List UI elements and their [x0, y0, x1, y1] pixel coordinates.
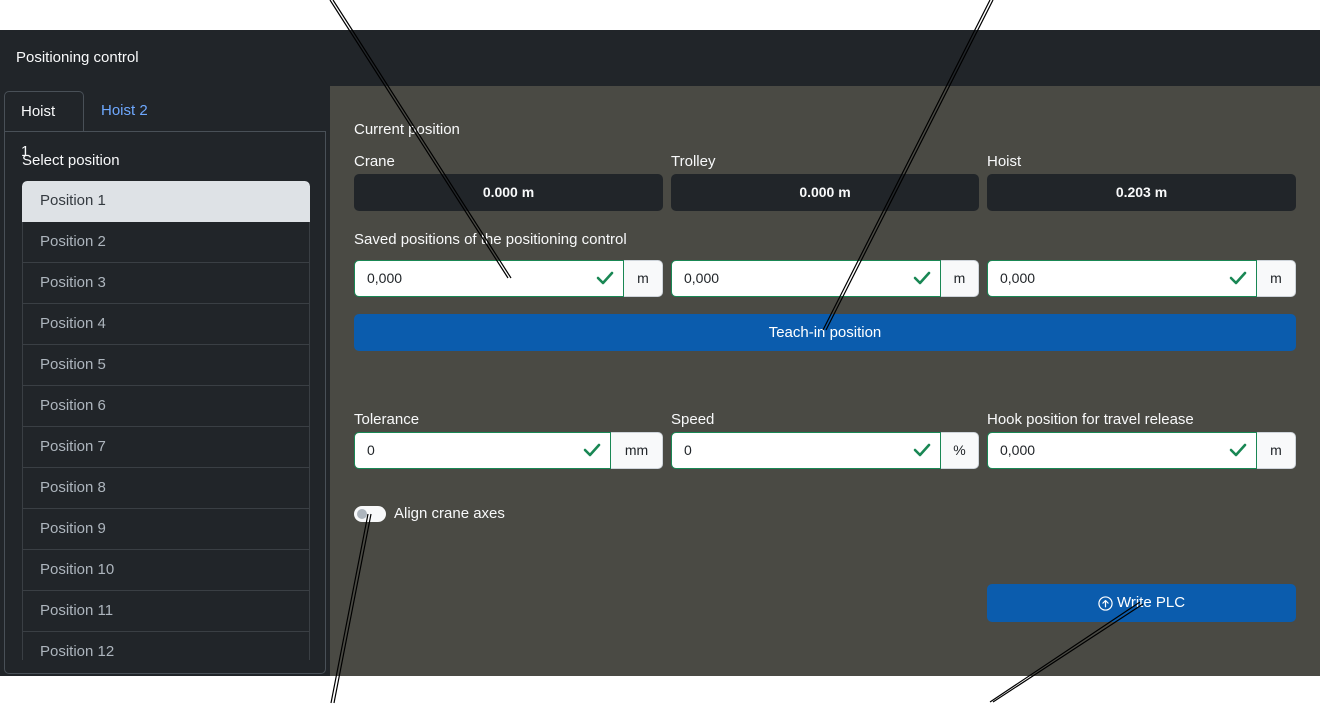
check-icon	[913, 443, 931, 457]
tab-hoist-2[interactable]: Hoist 2	[85, 91, 164, 131]
hoist-tabs: Hoist 1 Hoist 2	[4, 91, 326, 160]
check-icon	[596, 271, 614, 285]
trolley-label: Trolley	[671, 153, 716, 170]
list-item-position-11[interactable]: Position 11	[22, 591, 310, 632]
trolley-current-value: 0.000 m	[671, 174, 979, 211]
speed-label: Speed	[671, 411, 715, 428]
check-icon	[1229, 271, 1247, 285]
hook-position-unit: m	[1257, 432, 1296, 469]
select-position-heading: Select position	[22, 152, 120, 169]
tab-hoist-1[interactable]: Hoist 1	[4, 91, 84, 160]
check-icon	[583, 443, 601, 457]
hook-position-input[interactable]: 0,000	[987, 432, 1257, 469]
list-item-position-8[interactable]: Position 8	[22, 468, 310, 509]
tolerance-field: 0 mm	[354, 432, 663, 469]
saved-trolley-field: 0,000 m	[671, 260, 979, 297]
speed-field: 0 %	[671, 432, 979, 469]
list-item-position-5[interactable]: Position 5	[22, 345, 310, 386]
hoist-panel: Hoist 1 Hoist 2 Select position Position…	[4, 91, 326, 674]
hook-position-field: 0,000 m	[987, 432, 1296, 469]
positioning-control-window: Positioning control Hoist 1 Hoist 2 Sele…	[0, 30, 1320, 676]
teach-in-position-button[interactable]: Teach-in position	[354, 314, 1296, 351]
list-item-position-4[interactable]: Position 4	[22, 304, 310, 345]
tolerance-input[interactable]: 0	[354, 432, 611, 469]
saved-crane-input[interactable]: 0,000	[354, 260, 624, 297]
list-item-position-2[interactable]: Position 2	[22, 222, 310, 263]
current-position-heading: Current position	[354, 121, 460, 138]
list-item-position-7[interactable]: Position 7	[22, 427, 310, 468]
position-list[interactable]: Position 1 Position 2 Position 3 Positio…	[22, 181, 310, 660]
saved-crane-unit: m	[624, 260, 663, 297]
saved-hoist-unit: m	[1257, 260, 1296, 297]
saved-trolley-unit: m	[941, 260, 979, 297]
saved-crane-field: 0,000 m	[354, 260, 663, 297]
saved-hoist-field: 0,000 m	[987, 260, 1296, 297]
align-crane-axes-label: Align crane axes	[394, 505, 505, 522]
saved-trolley-input[interactable]: 0,000	[671, 260, 941, 297]
check-icon	[913, 271, 931, 285]
list-item-position-12[interactable]: Position 12	[22, 632, 310, 660]
crane-current-value: 0.000 m	[354, 174, 663, 211]
list-item-position-1[interactable]: Position 1	[22, 181, 310, 222]
write-plc-button[interactable]: Write PLC	[987, 584, 1296, 622]
window-title: Positioning control	[16, 49, 139, 66]
upload-circle-icon	[1098, 595, 1113, 611]
list-item-position-3[interactable]: Position 3	[22, 263, 310, 304]
crane-label: Crane	[354, 153, 395, 170]
speed-input[interactable]: 0	[671, 432, 941, 469]
align-crane-axes-toggle[interactable]	[354, 506, 386, 522]
toggle-knob	[357, 509, 367, 519]
hook-position-label: Hook position for travel release	[987, 411, 1194, 428]
speed-unit: %	[941, 432, 979, 469]
check-icon	[1229, 443, 1247, 457]
list-item-position-6[interactable]: Position 6	[22, 386, 310, 427]
list-item-position-10[interactable]: Position 10	[22, 550, 310, 591]
tab-content: Select position Position 1 Position 2 Po…	[4, 131, 326, 674]
tolerance-unit: mm	[611, 432, 663, 469]
saved-positions-heading: Saved positions of the positioning contr…	[354, 231, 627, 248]
write-plc-label: Write PLC	[1116, 594, 1186, 612]
saved-hoist-input[interactable]: 0,000	[987, 260, 1257, 297]
tolerance-label: Tolerance	[354, 411, 420, 428]
hoist-current-value: 0.203 m	[987, 174, 1296, 211]
list-item-position-9[interactable]: Position 9	[22, 509, 310, 550]
hoist-label: Hoist	[987, 153, 1022, 170]
